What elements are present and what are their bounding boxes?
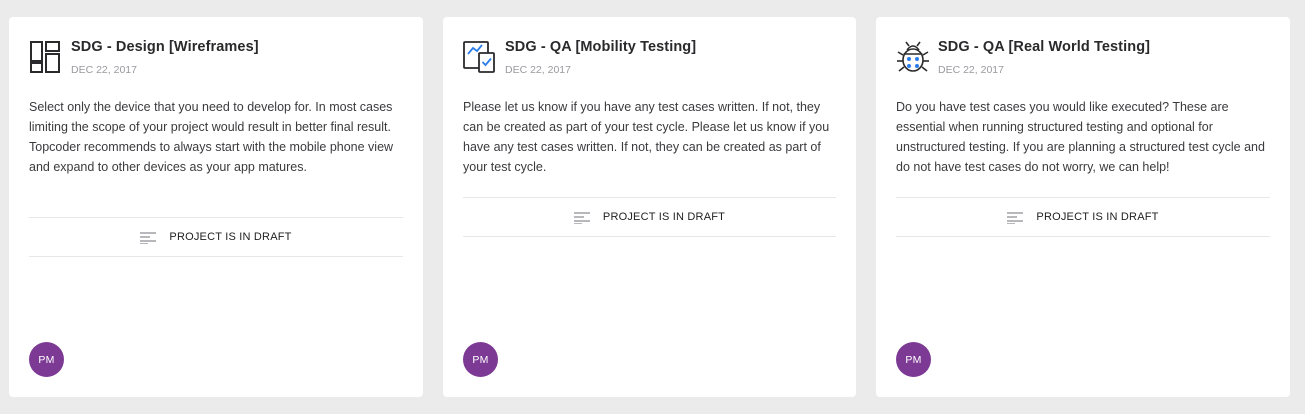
status-label: PROJECT IS IN DRAFT (1036, 211, 1159, 223)
card-header: SDG - Design [Wireframes] DEC 22, 2017 (29, 39, 403, 79)
card-title[interactable]: SDG - Design [Wireframes] (71, 39, 259, 55)
status-lines-icon (140, 231, 157, 245)
project-card-grid: SDG - Design [Wireframes] DEC 22, 2017 S… (0, 0, 1305, 414)
avatar[interactable]: PM (29, 342, 64, 377)
card-header: SDG - QA [Real World Testing] DEC 22, 20… (896, 39, 1270, 79)
project-card[interactable]: SDG - QA [Mobility Testing] DEC 22, 2017… (443, 17, 856, 397)
project-card[interactable]: SDG - QA [Real World Testing] DEC 22, 20… (876, 17, 1290, 397)
status-lines-icon (573, 211, 590, 225)
avatar[interactable]: PM (463, 342, 498, 377)
card-date: DEC 22, 2017 (505, 64, 571, 76)
card-date: DEC 22, 2017 (71, 64, 137, 76)
bug-icon (896, 40, 930, 74)
project-status: PROJECT IS IN DRAFT (463, 197, 836, 237)
card-title[interactable]: SDG - QA [Real World Testing] (938, 39, 1150, 55)
project-card[interactable]: SDG - Design [Wireframes] DEC 22, 2017 S… (9, 17, 423, 397)
status-label: PROJECT IS IN DRAFT (602, 211, 726, 223)
card-header: SDG - QA [Mobility Testing] DEC 22, 2017 (463, 39, 836, 79)
card-description: Select only the device that you need to … (29, 100, 394, 174)
card-description: Do you have test cases you would like ex… (896, 100, 1265, 174)
mobility-testing-icon (463, 40, 497, 74)
status-lines-icon (1007, 211, 1024, 225)
wireframes-icon (29, 40, 63, 74)
project-status: PROJECT IS IN DRAFT (29, 217, 403, 257)
avatar[interactable]: PM (896, 342, 931, 377)
card-title[interactable]: SDG - QA [Mobility Testing] (505, 39, 696, 55)
card-date: DEC 22, 2017 (938, 64, 1004, 76)
card-description: Please let us know if you have any test … (463, 100, 830, 174)
status-label: PROJECT IS IN DRAFT (169, 231, 292, 243)
project-status: PROJECT IS IN DRAFT (896, 197, 1270, 237)
